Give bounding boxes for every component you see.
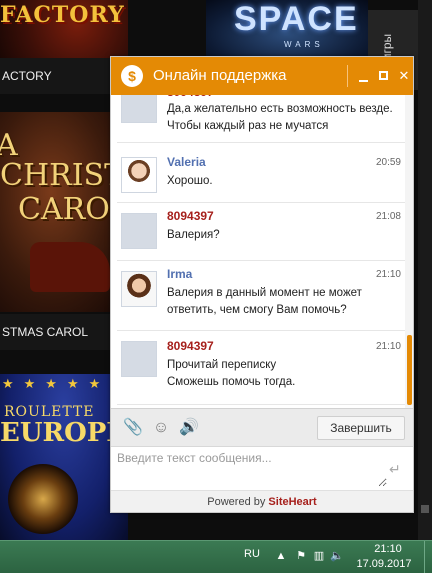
message-text: Валерия в данный момент не может ответит…: [167, 287, 362, 316]
avatar: [121, 95, 157, 123]
game-logo-line: CHRISTMAS: [0, 158, 128, 193]
game-tile-space-wars[interactable]: SPACE WARS: [206, 0, 368, 58]
avatar: [121, 213, 157, 249]
minimize-button[interactable]: [355, 65, 373, 87]
clock-date[interactable]: 17.09.2017: [352, 558, 416, 570]
message-input[interactable]: [117, 451, 387, 487]
right-strip: [418, 0, 432, 540]
show-hidden-icons-icon[interactable]: ▲: [274, 549, 288, 563]
game-tile-factory[interactable]: FACTORY: [0, 0, 128, 58]
avatar: [121, 271, 157, 307]
show-desktop-button[interactable]: [424, 541, 432, 573]
close-button[interactable]: ✕: [395, 65, 413, 87]
message-time: 21:10: [375, 269, 401, 280]
message-author: 8094397: [167, 339, 214, 353]
message-item: Irma 21:10 Валерия в данный момент не мо…: [117, 263, 405, 331]
message-text: Хорошо.: [167, 175, 213, 187]
minimize-icon: [359, 80, 368, 82]
speaker-icon[interactable]: 🔊: [179, 418, 199, 438]
language-indicator[interactable]: RU: [244, 548, 260, 560]
chat-toolbar: 📎 ☺ 🔊 Завершить: [111, 408, 413, 446]
clock-time[interactable]: 21:10: [362, 543, 414, 555]
game-label-factory[interactable]: ACTORY: [0, 58, 128, 94]
message-time: 21:10: [375, 341, 401, 352]
game-logo-line: WARS: [284, 40, 324, 49]
message-time: 21:08: [375, 211, 401, 222]
message-input-area: ↵: [111, 446, 413, 490]
game-tile-european-roulette[interactable]: ★★★★★ ROULETTE EUROPEAN: [0, 374, 128, 540]
scrollbar-thumb[interactable]: [407, 335, 412, 405]
support-chat-window: $ Онлайн поддержка ✕ 8094397 Да,а желате…: [110, 56, 414, 513]
siteheart-link[interactable]: SiteHeart: [268, 496, 316, 508]
volume-icon[interactable]: 🔈: [330, 549, 344, 563]
message-author: Irma: [167, 267, 193, 281]
finish-chat-button[interactable]: Завершить: [317, 416, 405, 440]
game-logo-line: SPACE: [234, 0, 359, 38]
message-text: Прочитай переписку Сможешь помочь тогда.: [167, 359, 296, 388]
message-text: Да,а желательно есть возможность везде. …: [167, 103, 393, 132]
action-center-flag-icon[interactable]: ⚑: [294, 549, 308, 563]
message-item: 8094397 21:08 Валерия?: [117, 205, 405, 261]
message-author: 8094397: [167, 95, 214, 99]
game-logo-factory: FACTORY: [0, 2, 125, 28]
enter-key-icon[interactable]: ↵: [389, 461, 403, 477]
avatar: [121, 157, 157, 193]
message-item: Valeria 20:59 Хорошо.: [117, 151, 405, 203]
chat-header[interactable]: $ Онлайн поддержка ✕: [111, 57, 413, 95]
game-label-christmas-carol[interactable]: STMAS CAROL: [0, 314, 128, 350]
chat-title: Онлайн поддержка: [153, 67, 287, 84]
siteheart-logo-icon: $: [121, 65, 143, 87]
network-icon[interactable]: ▥: [312, 549, 326, 563]
message-author: 8094397: [167, 209, 214, 223]
stars-decoration: ★★★★★: [2, 376, 111, 391]
strip-marker: [421, 505, 429, 513]
message-item: 8094397 21:10 Прочитай переписку Сможешь…: [117, 335, 405, 405]
powered-by-text: Powered by: [207, 496, 269, 508]
game-tile-christmas-carol[interactable]: A CHRISTMAS CAROL: [0, 112, 128, 312]
message-list[interactable]: 8094397 Да,а желательно есть возможность…: [111, 95, 413, 408]
paperclip-icon[interactable]: 📎: [123, 418, 143, 438]
message-time: 20:59: [375, 157, 401, 168]
message-author: Valeria: [167, 155, 206, 169]
taskbar: RU ▲ ⚑ ▥ 🔈 21:10 17.09.2017: [0, 540, 432, 573]
close-icon: ✕: [398, 68, 410, 83]
maximize-icon: [379, 71, 388, 80]
avatar: [121, 341, 157, 377]
header-divider: [347, 65, 348, 87]
message-text: Валерия?: [167, 229, 220, 241]
game-logo-line: EUROPEAN: [0, 418, 128, 448]
sleigh-image: [30, 242, 110, 292]
message-item: 8094397 Да,а желательно есть возможность…: [117, 95, 405, 143]
powered-by-footer: Powered by SiteHeart: [111, 490, 413, 512]
maximize-button[interactable]: [375, 65, 393, 87]
smiley-icon[interactable]: ☺: [151, 418, 171, 438]
roulette-wheel-image: [8, 464, 78, 534]
